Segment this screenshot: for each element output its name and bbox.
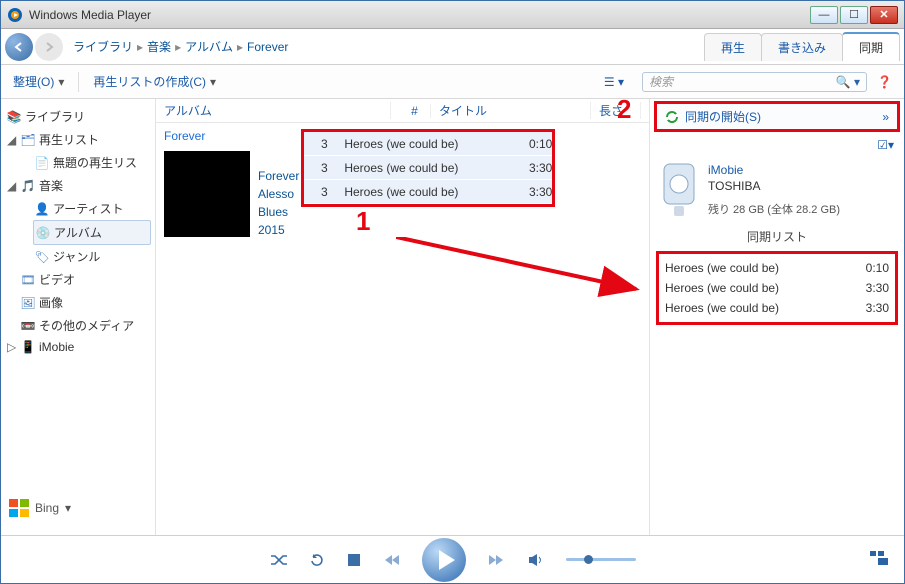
forward-button[interactable] xyxy=(35,33,63,61)
help-button[interactable]: ❓ xyxy=(871,73,898,91)
col-album[interactable]: アルバム xyxy=(156,102,391,119)
sync-list-item[interactable]: Heroes (we could be)0:10 xyxy=(661,258,893,278)
device-name[interactable]: iMobie xyxy=(708,162,840,178)
sync-start-button[interactable]: 同期の開始(S) » xyxy=(654,101,900,132)
back-button[interactable] xyxy=(5,33,33,61)
player-bar xyxy=(1,535,904,583)
shuffle-button[interactable] xyxy=(270,553,288,567)
view-options-button[interactable]: ☰ ▾ xyxy=(598,73,630,91)
sync-list-header: 同期リスト xyxy=(650,222,904,251)
tab-write[interactable]: 書き込み xyxy=(761,33,843,61)
sync-list-item[interactable]: Heroes (we could be)3:30 xyxy=(661,278,893,298)
breadcrumb-item[interactable]: アルバム xyxy=(185,38,233,55)
mute-button[interactable] xyxy=(528,553,544,567)
sync-options-button[interactable]: ☑▾ xyxy=(873,136,898,154)
next-button[interactable] xyxy=(488,553,506,567)
album-cover[interactable] xyxy=(164,151,250,237)
volume-slider[interactable] xyxy=(566,558,636,561)
track-row[interactable]: 3Heroes (we could be)0:10 xyxy=(304,132,552,156)
tree-library[interactable]: 📚ライブラリ xyxy=(5,105,151,128)
tree-album[interactable]: 💿アルバム xyxy=(33,220,151,245)
col-number[interactable]: # xyxy=(391,104,431,118)
tab-play[interactable]: 再生 xyxy=(704,33,762,61)
titlebar: Windows Media Player — ☐ ✕ xyxy=(1,1,904,29)
device-icon xyxy=(658,162,700,218)
tree-untitled-playlist[interactable]: 📄無題の再生リス xyxy=(33,151,151,174)
tree-playlists[interactable]: ◢🗂再生リスト xyxy=(5,128,151,151)
stop-button[interactable] xyxy=(348,554,360,566)
album-artist[interactable]: Alesso xyxy=(258,185,299,203)
album-year[interactable]: 2015 xyxy=(258,221,299,239)
tree-video[interactable]: 🎞ビデオ xyxy=(19,268,151,291)
device-panel: iMobie TOSHIBA 残り 28 GB (全体 28.2 GB) xyxy=(650,158,904,222)
mode-tabs: 再生 書き込み 同期 xyxy=(705,32,900,61)
sync-list-item[interactable]: Heroes (we could be)3:30 xyxy=(661,298,893,318)
nav-tree: 📚ライブラリ ◢🗂再生リスト 📄無題の再生リス ◢🎵音楽 👤アーティスト 💿アル… xyxy=(1,99,156,535)
col-title[interactable]: タイトル xyxy=(431,102,591,119)
minimize-button[interactable]: — xyxy=(810,6,838,24)
album-title[interactable]: Forever xyxy=(258,167,299,185)
tree-music[interactable]: ◢🎵音楽 xyxy=(5,174,151,197)
album-metadata: Forever Alesso Blues 2015 xyxy=(258,147,299,241)
organize-menu[interactable]: 整理(O)▾ xyxy=(7,70,70,93)
album-group-label: Forever xyxy=(156,125,299,147)
album-genre[interactable]: Blues xyxy=(258,203,299,221)
sync-list: Heroes (we could be)0:10 Heroes (we coul… xyxy=(656,251,898,325)
tab-sync[interactable]: 同期 xyxy=(842,32,900,61)
main-content: アルバム # タイトル 長さ Forever Forever Alesso Bl… xyxy=(156,99,649,535)
breadcrumb[interactable]: ライブラリ▸ 音楽▸ アルバム▸ Forever xyxy=(73,38,705,55)
search-icon[interactable]: 🔍 ▾ xyxy=(836,75,860,89)
track-row[interactable]: 3Heroes (we could be)3:30 xyxy=(304,180,552,204)
create-playlist-menu[interactable]: 再生リストの作成(C)▾ xyxy=(87,70,222,93)
windows-flag-icon xyxy=(9,499,29,517)
close-button[interactable]: ✕ xyxy=(870,6,898,24)
search-box[interactable]: 🔍 ▾ xyxy=(642,72,867,92)
toolbar: 整理(O)▾ 再生リストの作成(C)▾ ☰ ▾ 🔍 ▾ ❓ xyxy=(1,65,904,99)
app-window: Windows Media Player — ☐ ✕ ライブラリ▸ 音楽▸ アル… xyxy=(0,0,905,584)
search-input[interactable] xyxy=(649,75,836,89)
track-list: 3Heroes (we could be)0:10 3Heroes (we co… xyxy=(301,129,555,207)
track-row[interactable]: 3Heroes (we could be)3:30 xyxy=(304,156,552,180)
repeat-button[interactable] xyxy=(310,552,326,568)
maximize-button[interactable]: ☐ xyxy=(840,6,868,24)
body: 📚ライブラリ ◢🗂再生リスト 📄無題の再生リス ◢🎵音楽 👤アーティスト 💿アル… xyxy=(1,99,904,535)
sync-icon xyxy=(665,110,679,124)
window-title: Windows Media Player xyxy=(29,8,810,22)
switch-view-button[interactable] xyxy=(870,551,888,568)
prev-button[interactable] xyxy=(382,553,400,567)
tree-genre[interactable]: 🏷ジャンル xyxy=(33,245,151,268)
breadcrumb-item[interactable]: Forever xyxy=(247,40,288,54)
breadcrumb-item[interactable]: 音楽 xyxy=(147,38,171,55)
play-button[interactable] xyxy=(422,538,466,582)
col-length[interactable]: 長さ xyxy=(591,102,641,119)
tree-other-media[interactable]: 📼その他のメディア xyxy=(19,314,151,337)
device-space: 残り 28 GB (全体 28.2 GB) xyxy=(708,202,840,218)
column-headers: アルバム # タイトル 長さ xyxy=(156,99,649,123)
tree-imobie[interactable]: ▷📱iMobie xyxy=(5,337,151,357)
sync-panel: 同期の開始(S) » ☑▾ iMobie TOSHIBA 残り 28 GB (全… xyxy=(649,99,904,535)
window-controls: — ☐ ✕ xyxy=(810,6,898,24)
chevron-right-icon: » xyxy=(882,110,889,124)
tree-artist[interactable]: 👤アーティスト xyxy=(33,197,151,220)
bing-button[interactable]: Bing▾ xyxy=(5,493,151,529)
breadcrumb-item[interactable]: ライブラリ xyxy=(73,38,133,55)
navbar: ライブラリ▸ 音楽▸ アルバム▸ Forever 再生 書き込み 同期 xyxy=(1,29,904,65)
tree-pictures[interactable]: 🖼画像 xyxy=(19,291,151,314)
device-maker: TOSHIBA xyxy=(708,178,840,194)
wmp-icon xyxy=(7,7,23,23)
